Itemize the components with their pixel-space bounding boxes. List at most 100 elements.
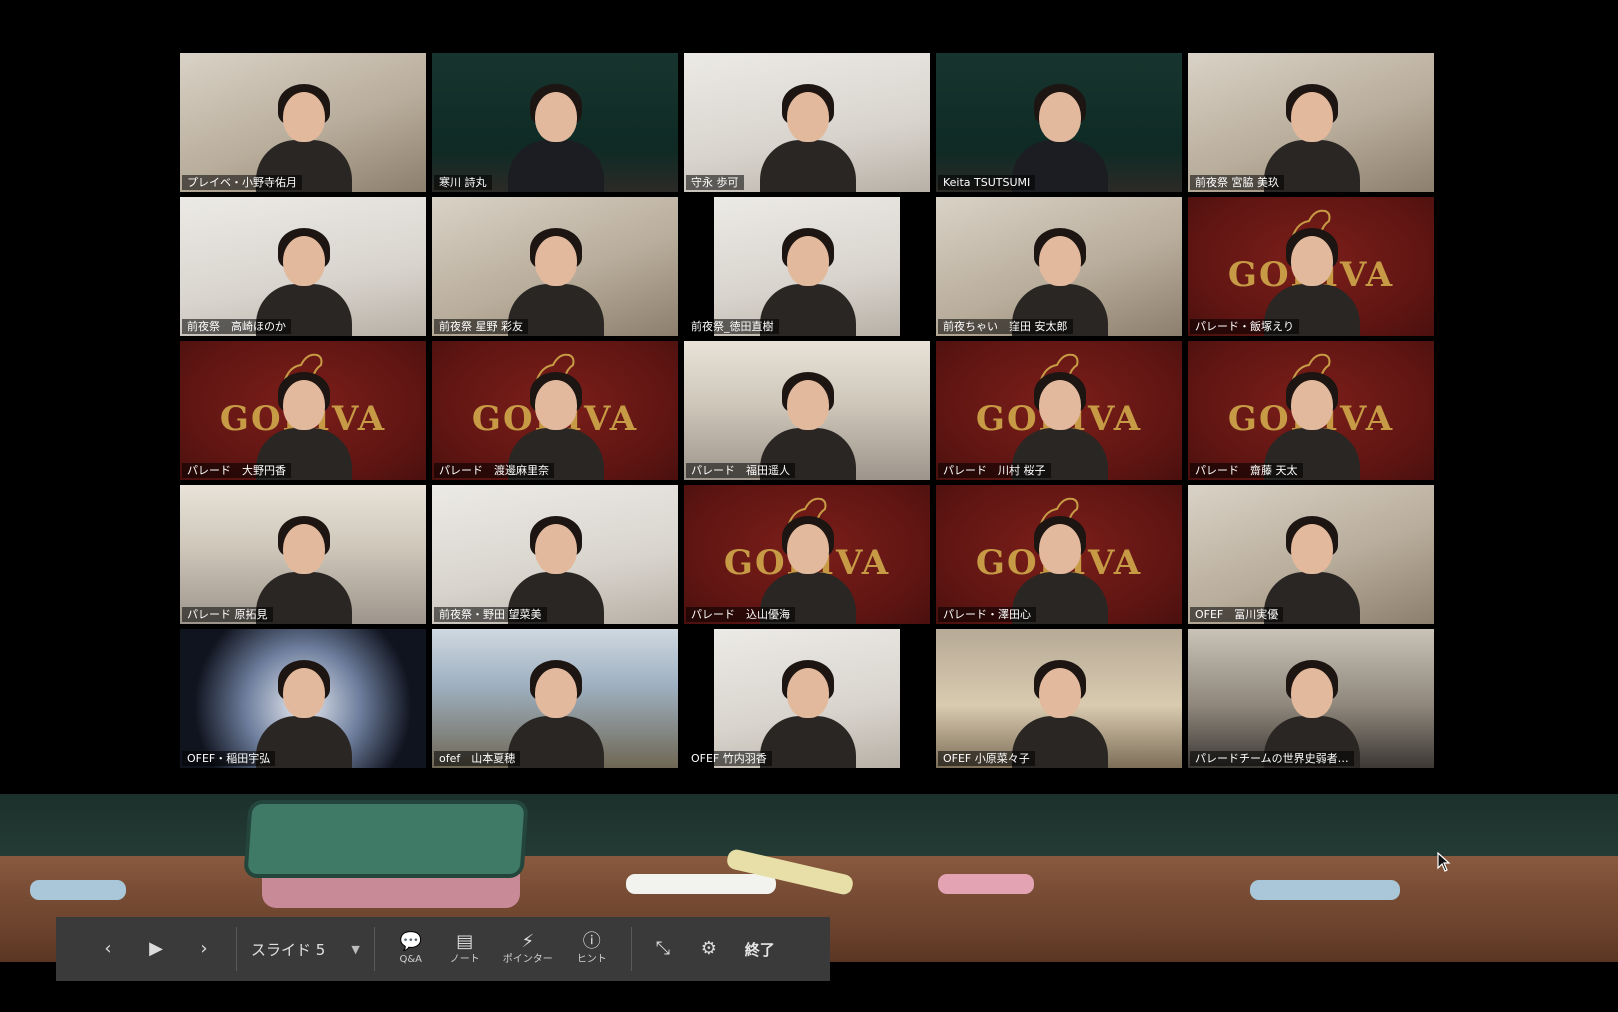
video-feed — [1188, 485, 1434, 624]
participant-name: パレード・飯塚えり — [1190, 319, 1299, 334]
presentation-toolbar: ‹ ▶ › スライド 5 ▼ 💬 Q&A ▤ ノート ⚡ ポインター ⓘ ヒント… — [56, 917, 830, 981]
participant-name: 前夜祭 高崎ほのか — [182, 319, 291, 334]
participant-name: OFEF 竹内羽香 — [686, 751, 772, 766]
gear-icon: ⚙ — [700, 938, 717, 959]
participant-name: ofef 山本夏穂 — [434, 751, 521, 766]
caret-down-icon: ▼ — [351, 942, 360, 956]
video-feed — [1188, 629, 1434, 768]
video-tile[interactable]: ofef 山本夏穂 — [432, 629, 678, 768]
video-tile[interactable]: OFEF 小原菜々子 — [936, 629, 1182, 768]
video-feed — [936, 53, 1182, 192]
participant-silhouette — [500, 82, 610, 192]
video-tile[interactable]: プレイベ・小野寺佑月 — [180, 53, 426, 192]
qa-label: Q&A — [399, 954, 423, 965]
participant-name: パレード 渡邊麻里奈 — [434, 463, 554, 478]
video-feed: GODIVA — [432, 341, 678, 480]
chat-bubbles-icon: 💬 — [399, 931, 422, 952]
toolbar-divider — [373, 927, 375, 971]
participant-name: 前夜祭・野田 望菜美 — [434, 607, 547, 622]
settings-button[interactable]: ⚙ — [692, 939, 726, 959]
participant-name: 前夜祭 星野 彩友 — [434, 319, 528, 334]
participant-name: パレード 齋藤 天太 — [1190, 463, 1303, 478]
video-feed — [432, 485, 678, 624]
participant-name: 前夜祭 宮脇 美玖 — [1190, 175, 1284, 190]
video-feed — [432, 629, 678, 768]
mouse-cursor-icon — [1437, 852, 1451, 872]
slide-select[interactable]: スライド 5 ▼ — [251, 939, 360, 960]
video-tile[interactable]: GODIVAパレード 大野円香 — [180, 341, 426, 480]
participant-name: 前夜祭_徳田直樹 — [686, 319, 779, 334]
video-tile[interactable]: パレード 原拓見 — [180, 485, 426, 624]
video-tile[interactable]: GODIVAパレード 川村 桜子 — [936, 341, 1182, 480]
video-feed — [936, 629, 1182, 768]
video-feed — [180, 629, 426, 768]
participant-name: パレード 福田遥人 — [686, 463, 795, 478]
notes-button[interactable]: ▤ ノート — [441, 932, 489, 966]
video-tile[interactable]: OFEF 冨川実優 — [1188, 485, 1434, 624]
eraser-top — [243, 800, 529, 878]
participant-silhouette — [752, 82, 862, 192]
toolbar-divider — [630, 927, 632, 971]
video-tile[interactable]: パレードチームの世界史弱者… — [1188, 629, 1434, 768]
toolbar-divider — [236, 927, 237, 971]
prev-slide-button[interactable]: ‹ — [90, 939, 126, 959]
participant-name: Keita TSUTSUMI — [938, 175, 1036, 190]
blackboard-eraser — [243, 800, 529, 910]
video-feed — [1188, 53, 1434, 192]
video-tile[interactable]: 前夜祭 星野 彩友 — [432, 197, 678, 336]
video-tile[interactable]: GODIVAパレード 込山優海 — [684, 485, 930, 624]
end-label: 終了 — [744, 940, 775, 959]
video-feed — [684, 53, 930, 192]
chevron-left-icon: ‹ — [104, 938, 112, 959]
participant-name: パレード 原拓見 — [182, 607, 273, 622]
video-tile[interactable]: GODIVAパレード・飯塚えり — [1188, 197, 1434, 336]
chalk-blue-left — [30, 880, 126, 900]
slide-select-label: スライド 5 — [251, 940, 326, 959]
video-tile[interactable]: GODIVAパレード 渡邊麻里奈 — [432, 341, 678, 480]
participant-name: プレイベ・小野寺佑月 — [182, 175, 302, 190]
chalk-blue-right — [1250, 880, 1400, 900]
video-tile[interactable]: OFEF 竹内羽香 — [684, 629, 930, 768]
chalk-white — [626, 874, 776, 894]
video-feed: GODIVA — [936, 485, 1182, 624]
participant-name: 寒川 詩丸 — [434, 175, 492, 190]
end-button[interactable]: 終了 — [740, 939, 780, 960]
video-grid: プレイベ・小野寺佑月 寒川 詩丸 守永 歩可 Keita TSUTSUMI 前夜祭 宮脇… — [180, 53, 1436, 770]
video-tile[interactable]: 前夜祭・野田 望菜美 — [432, 485, 678, 624]
laser-pointer-icon: ⚡ — [521, 931, 535, 952]
video-tile[interactable]: 前夜ちゃい 窪田 安太郎 — [936, 197, 1182, 336]
video-feed: GODIVA — [684, 485, 930, 624]
video-tile[interactable]: GODIVAパレード 齋藤 天太 — [1188, 341, 1434, 480]
video-tile[interactable]: Keita TSUTSUMI — [936, 53, 1182, 192]
next-slide-button[interactable]: › — [186, 939, 222, 959]
hint-button[interactable]: ⓘ ヒント — [567, 932, 617, 966]
video-feed — [684, 341, 930, 480]
eraser-felt — [262, 874, 520, 908]
participant-name: パレード 込山優海 — [686, 607, 795, 622]
video-tile[interactable]: 前夜祭 宮脇 美玖 — [1188, 53, 1434, 192]
notes-icon: ▤ — [456, 931, 474, 952]
exit-fullscreen-button[interactable]: ⤡ — [646, 939, 680, 959]
video-feed — [180, 485, 426, 624]
info-icon: ⓘ — [582, 931, 601, 952]
video-tile[interactable]: 守永 歩可 — [684, 53, 930, 192]
video-tile[interactable]: GODIVAパレード・澤田心 — [936, 485, 1182, 624]
video-feed — [432, 53, 678, 192]
video-feed: GODIVA — [1188, 341, 1434, 480]
video-tile[interactable]: 前夜祭_徳田直樹 — [684, 197, 930, 336]
video-feed — [432, 197, 678, 336]
video-tile[interactable]: OFEF・稲田宇弘 — [180, 629, 426, 768]
video-feed — [936, 197, 1182, 336]
qa-button[interactable]: 💬 Q&A — [389, 932, 433, 966]
play-button[interactable]: ▶ — [138, 939, 174, 959]
video-tile[interactable]: パレード 福田遥人 — [684, 341, 930, 480]
participant-name: パレード 大野円香 — [182, 463, 291, 478]
exit-fullscreen-icon: ⤡ — [655, 938, 670, 959]
chevron-right-icon: › — [200, 938, 208, 959]
participant-name: OFEF・稲田宇弘 — [182, 751, 276, 766]
notes-label: ノート — [449, 954, 480, 965]
chalk-pink — [938, 874, 1034, 894]
video-tile[interactable]: 前夜祭 高崎ほのか — [180, 197, 426, 336]
pointer-button[interactable]: ⚡ ポインター — [497, 932, 559, 966]
video-tile[interactable]: 寒川 詩丸 — [432, 53, 678, 192]
